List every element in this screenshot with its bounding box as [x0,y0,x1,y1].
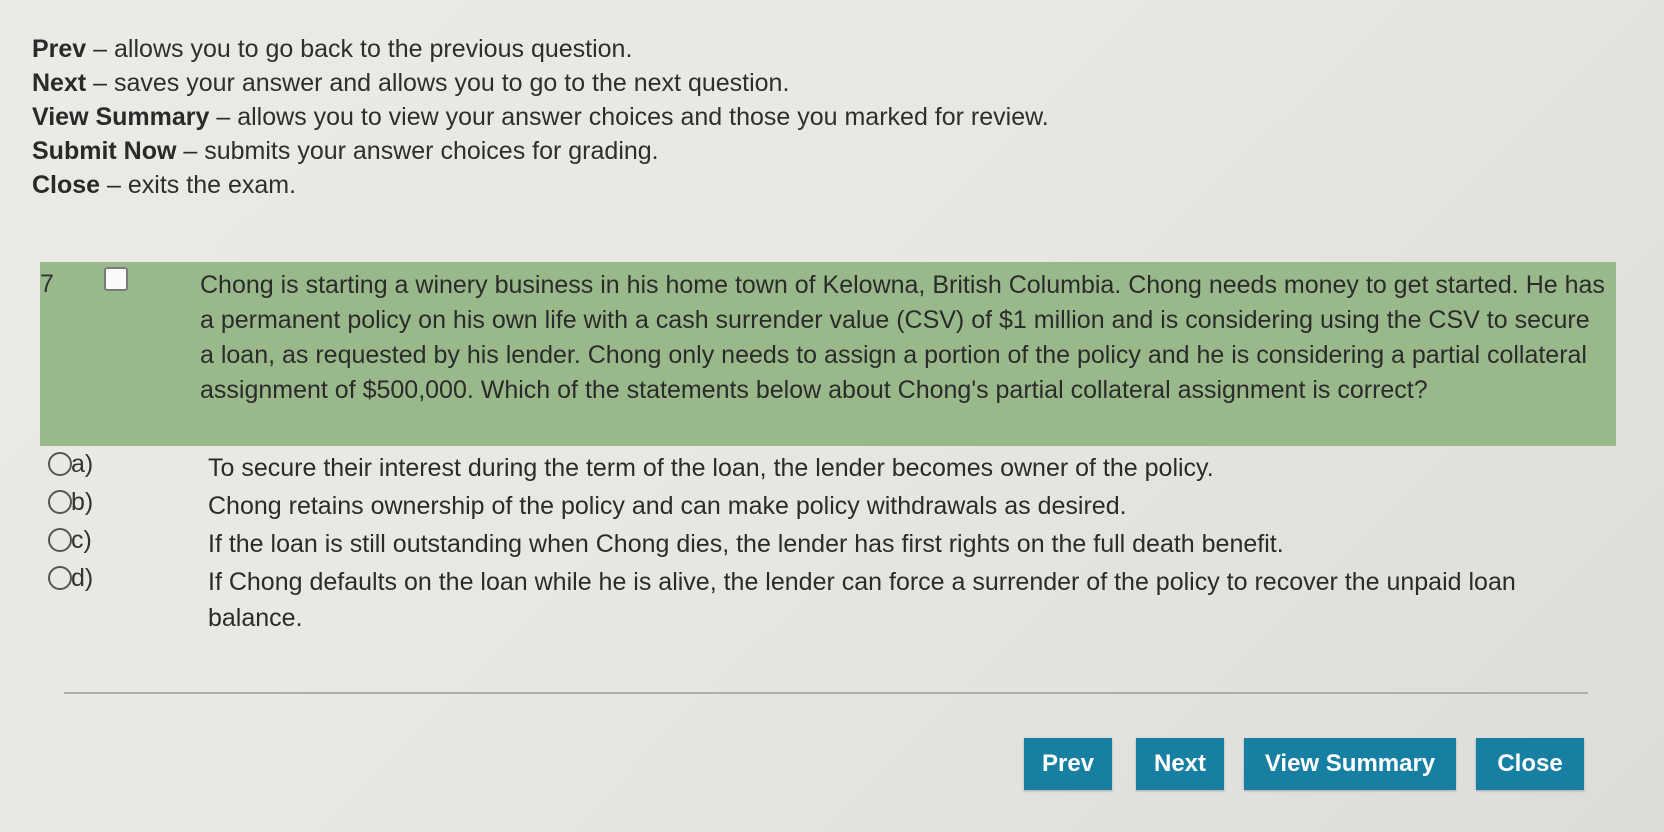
instruction-term: View Summary [32,103,210,131]
radio-button[interactable] [48,566,72,590]
mark-for-review-checkbox[interactable] [104,267,128,291]
next-button[interactable]: Next [1136,738,1224,790]
instruction-separator: – [107,171,121,199]
radio-button[interactable] [48,452,72,476]
instruction-separator: – [93,35,108,63]
answer-option-a[interactable]: a) To secure their interest during the t… [48,448,1608,486]
question-panel: 7 Chong is starting a winery business in… [40,262,1616,446]
instruction-description: saves your answer and allows you to go t… [114,69,790,97]
question-text: Chong is starting a winery business in h… [200,271,1605,404]
instruction-submit-now: Submit Now – submits your answer choices… [32,134,1232,168]
instruction-term: Next [32,69,87,97]
option-letter: c) [71,526,92,554]
answer-option-b[interactable]: b) Chong retains ownership of the policy… [48,486,1608,524]
radio-button[interactable] [48,528,72,552]
instruction-term: Submit Now [32,137,177,165]
view-summary-button[interactable]: View Summary [1244,738,1456,790]
close-button[interactable]: Close [1476,738,1584,790]
instruction-description: exits the exam. [127,171,297,199]
option-text: If the loan is still outstanding when Ch… [208,530,1284,558]
instruction-term: Close [32,171,101,199]
answer-option-c[interactable]: c) If the loan is still outstanding when… [48,524,1608,562]
instruction-close: Close – exits the exam. [32,168,1232,202]
prev-button[interactable]: Prev [1024,738,1112,790]
instruction-view-summary: View Summary – allows you to view your a… [32,100,1232,134]
option-letter: a) [71,450,94,478]
option-letter: b) [71,488,94,516]
instruction-separator: – [93,69,108,97]
option-text: Chong retains ownership of the policy an… [208,492,1127,520]
answer-options: a) To secure their interest during the t… [48,448,1608,638]
option-text: If Chong defaults on the loan while he i… [208,568,1516,632]
option-text: To secure their interest during the term… [208,454,1214,482]
instruction-prev: Prev – allows you to go back to the prev… [32,32,1232,66]
radio-button[interactable] [48,490,72,514]
option-letter: d) [71,564,94,592]
divider [64,692,1588,694]
instruction-description: allows you to go back to the previous qu… [114,35,633,63]
question-number: 7 [40,270,54,298]
instruction-term: Prev [32,35,87,63]
answer-option-d[interactable]: d) If Chong defaults on the loan while h… [48,562,1608,638]
instruction-separator: – [183,137,198,165]
instruction-description: allows you to view your answer choices a… [237,103,1049,131]
instruction-description: submits your answer choices for grading. [204,137,659,165]
instruction-separator: – [216,103,231,131]
instruction-next: Next – saves your answer and allows you … [32,66,1232,100]
instructions-panel: Prev – allows you to go back to the prev… [32,32,1232,202]
